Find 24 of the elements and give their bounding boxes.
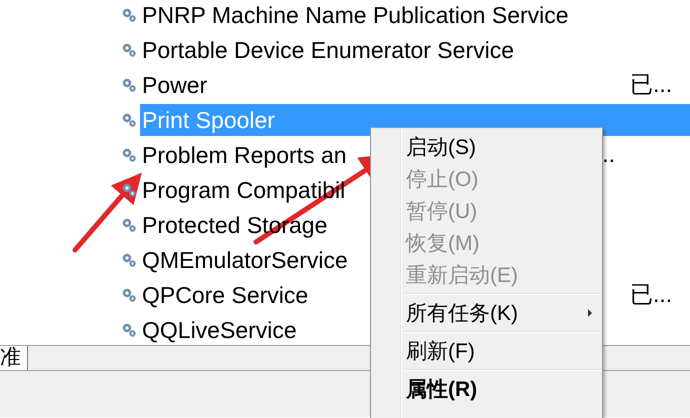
gear-icon [121,146,137,162]
service-name[interactable]: QPCore Service [140,278,310,310]
service-name[interactable]: Portable Device Enumerator Service [140,34,516,66]
status-text: 已... [630,280,672,309]
gear-icon [121,6,137,22]
menu-item[interactable]: 所有任务(K) [371,297,602,329]
service-name[interactable]: QQLiveService [140,314,299,346]
gear-icon [121,112,137,128]
gear-icon [121,216,137,232]
service-name[interactable]: Problem Reports an [140,138,349,170]
status-text: 已... [630,70,672,99]
service-name[interactable]: QMEmulatorService [140,244,350,276]
service-name[interactable]: PNRP Machine Name Publication Service [140,0,571,30]
gear-icon [121,42,137,58]
gear-icon [121,252,137,268]
gear-icon [121,182,137,198]
service-name[interactable]: Power [140,68,210,100]
gear-icon [121,76,137,92]
menu-item[interactable]: 刷新(F) [371,335,602,367]
gear-icon [121,322,137,338]
menu-item[interactable]: 属性(R) [371,373,602,405]
view-tab[interactable]: 准 [0,346,28,370]
gear-icon [121,286,137,302]
description-text: .. [602,141,615,168]
